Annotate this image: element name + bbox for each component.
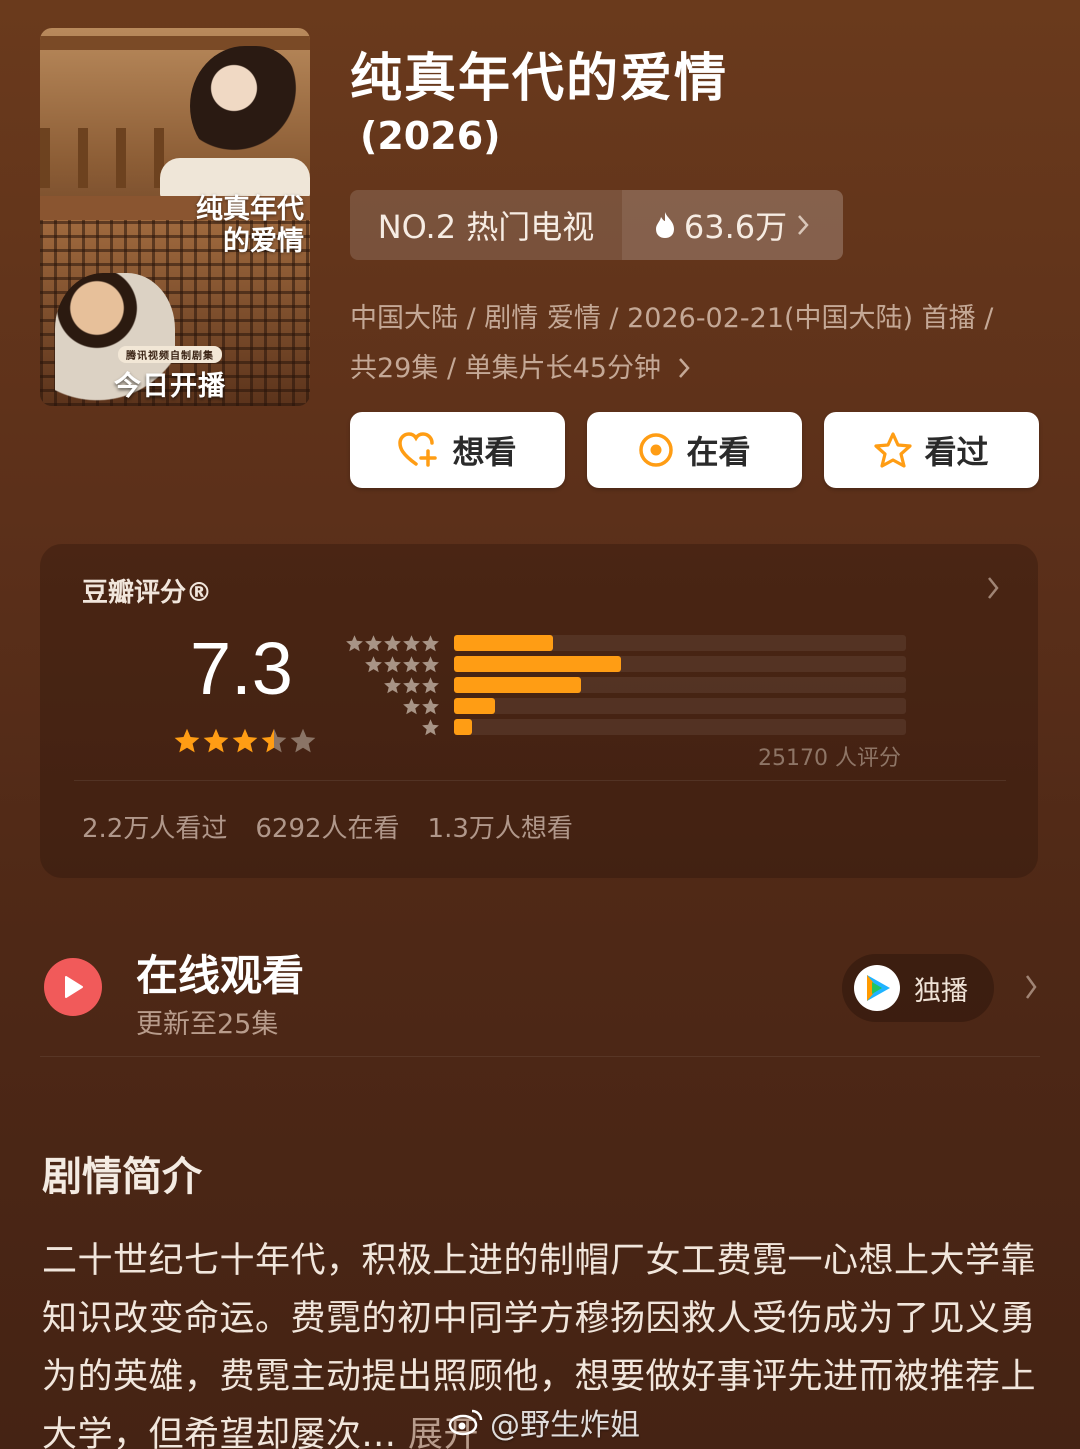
star-icon <box>290 728 316 753</box>
star-icon <box>403 655 420 672</box>
watching-label: 在看 <box>686 433 751 471</box>
tencent-video-icon <box>854 965 900 1011</box>
histogram-bar <box>454 677 581 693</box>
rank-pill[interactable]: NO.2 热门电视 63.6万 <box>350 190 843 260</box>
target-icon <box>639 433 674 467</box>
flame-icon <box>655 212 674 238</box>
poster-image[interactable]: 纯真年代的爱情 腾讯视频自制剧集 今日开播 <box>40 28 310 406</box>
meta-line-2-text: 共29集 / 单集片长45分钟 <box>350 353 661 384</box>
chevron-right-icon[interactable] <box>984 574 1002 602</box>
page-title: 纯真年代的爱情 <box>350 49 729 109</box>
histogram-row <box>344 697 906 715</box>
histogram-track <box>454 698 906 714</box>
star-icon <box>422 676 439 693</box>
want-count[interactable]: 1.3万人想看 <box>428 808 573 845</box>
star-icon <box>365 634 382 651</box>
watermark-text: @野生炸姐 <box>490 1408 640 1443</box>
histogram-row <box>344 634 906 652</box>
chevron-right-icon <box>798 215 809 235</box>
rating-stats: 2.2万人看过 6292人在看 1.3万人想看 <box>82 808 573 845</box>
histogram-stars <box>344 655 440 674</box>
poster-blanket <box>160 158 310 198</box>
star-icon <box>403 676 420 693</box>
watching-button[interactable]: 在看 <box>587 412 802 488</box>
rank-label[interactable]: NO.2 热门电视 <box>350 190 622 260</box>
online-title[interactable]: 在线观看 <box>136 942 304 1003</box>
chevron-right-icon <box>678 358 690 378</box>
histogram-bar <box>454 656 622 672</box>
star-icon <box>203 728 229 753</box>
histogram-row <box>344 655 906 673</box>
meta-line-1: 中国大陆 / 剧情 爱情 / 2026-02-21(中国大陆) 首播 / <box>350 303 994 334</box>
star-icon <box>346 634 363 651</box>
play-triangle-icon <box>65 976 83 998</box>
exclusive-label: 独播 <box>914 975 968 1007</box>
watched-label: 看过 <box>924 433 989 471</box>
watermark: @野生炸姐 <box>448 1400 640 1444</box>
play-icon[interactable] <box>44 958 102 1016</box>
rating-card[interactable]: 豆瓣评分® 7.3 25170 人评分 2.2万人看过 6292人在看 1.3万… <box>40 544 1038 878</box>
card-divider <box>74 780 1006 781</box>
watched-button[interactable]: 看过 <box>824 412 1039 488</box>
star-icon <box>422 655 439 672</box>
histogram-bar <box>454 698 495 714</box>
poster-title: 纯真年代的爱情 <box>196 194 304 257</box>
heat-value: 63.6万 <box>683 208 788 246</box>
want-label: 想看 <box>452 433 517 471</box>
histogram-stars <box>344 634 440 653</box>
histogram-bar <box>454 635 554 651</box>
release-year: (2026) <box>360 114 501 158</box>
rating-count: 25170 人评分 <box>758 746 901 771</box>
star-icon <box>403 634 420 651</box>
rating-title: 豆瓣评分® <box>82 578 213 608</box>
star-icon <box>384 676 401 693</box>
star-icon <box>422 634 439 651</box>
heat-button[interactable]: 63.6万 <box>622 190 843 260</box>
histogram-row <box>344 718 906 736</box>
star-icon <box>365 655 382 672</box>
rating-score: 7.3 <box>190 627 293 710</box>
histogram-stars <box>344 697 440 716</box>
histogram-stars <box>344 718 440 737</box>
star-icon <box>232 728 258 753</box>
poster-badge: 今日开播 <box>114 371 226 402</box>
watched-count[interactable]: 2.2万人看过 <box>82 808 227 845</box>
star-icon <box>874 432 913 468</box>
histogram-track <box>454 677 906 693</box>
star-icon <box>384 655 401 672</box>
star-icon <box>174 728 200 753</box>
star-icon <box>422 697 439 714</box>
histogram-track <box>454 635 906 651</box>
histogram-track <box>454 656 906 672</box>
histogram-row <box>344 676 906 694</box>
histogram-stars <box>344 676 440 695</box>
want-button[interactable]: 想看 <box>350 412 565 488</box>
weibo-icon <box>448 1409 483 1436</box>
poster-tag: 腾讯视频自制剧集 <box>118 346 222 363</box>
poster-girl <box>190 46 300 166</box>
rating-stars <box>173 727 317 755</box>
heart-plus-icon <box>398 432 438 467</box>
watching-count[interactable]: 6292人在看 <box>255 808 399 845</box>
section-divider <box>40 1056 1040 1057</box>
star-icon <box>384 634 401 651</box>
chevron-right-icon[interactable] <box>1022 972 1040 1002</box>
star-icon <box>403 697 420 714</box>
online-subtitle: 更新至25集 <box>136 1009 279 1040</box>
meta-line-2[interactable]: 共29集 / 单集片长45分钟 <box>350 346 1050 385</box>
star-icon <box>261 728 287 753</box>
histogram-track <box>454 719 906 735</box>
histogram-bar <box>454 719 473 735</box>
exclusive-badge[interactable]: 独播 <box>842 954 994 1022</box>
synopsis-title: 剧情简介 <box>42 1154 202 1200</box>
star-icon <box>422 718 439 735</box>
